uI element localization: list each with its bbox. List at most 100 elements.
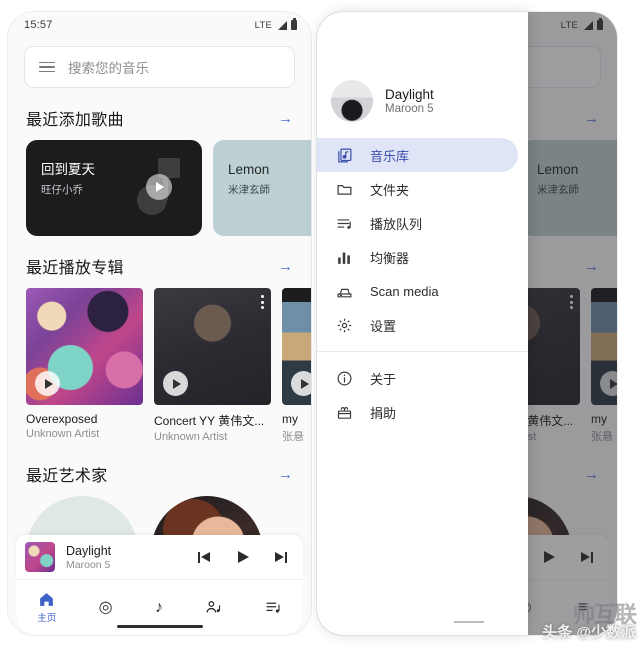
arrow-right-icon-albums[interactable]: →: [278, 259, 293, 274]
play-icon[interactable]: [291, 371, 311, 396]
song-card-title-right: Lemon: [537, 162, 579, 177]
kebab-menu-icon[interactable]: [261, 295, 264, 309]
arrow-right-icon-songs-right[interactable]: →: [584, 111, 599, 126]
playlist-icon-right: ≡: [577, 598, 588, 616]
signal-bars-icon: [582, 20, 593, 30]
nav-item-playlists[interactable]: [265, 599, 282, 616]
album-art: [154, 288, 271, 405]
hamburger-menu-icon[interactable]: [39, 61, 55, 73]
arrow-right-icon-albums-right[interactable]: →: [584, 259, 599, 274]
album-item-overexposed[interactable]: Overexposed Unknown Artist: [26, 288, 143, 444]
song-cards-row: 回到夏天 旺仔小乔 Lemon 米津玄師: [8, 140, 311, 236]
nav-item-disc[interactable]: ◎: [98, 598, 113, 616]
drawer-divider: [317, 351, 528, 352]
nav-item-home[interactable]: 主页: [37, 591, 56, 624]
play-icon[interactable]: [235, 550, 250, 565]
album-artist: Unknown Artist: [154, 431, 228, 443]
album-item-right[interactable]: my 张悬: [591, 288, 617, 444]
search-input[interactable]: 搜索您的音乐: [68, 57, 149, 77]
drawer-item-settings[interactable]: 设置: [317, 308, 518, 342]
skip-next-icon[interactable]: [272, 550, 287, 565]
nav-label-home: 主页: [37, 613, 57, 624]
album-title: my: [282, 412, 298, 426]
phone-mockup-left: 15:57 LTE 搜索您的音乐 最近添加歌曲 → 回到夏天 旺仔小乔 Lemo…: [8, 12, 311, 635]
album-item-my[interactable]: my 张悬: [282, 288, 311, 444]
song-card-title: Lemon: [228, 162, 270, 177]
scanner-icon: [335, 282, 353, 300]
drawer-item-scan-media[interactable]: Scan media: [317, 274, 518, 308]
skip-previous-icon[interactable]: [198, 550, 213, 565]
play-icon[interactable]: [35, 371, 60, 396]
album-title-right: my: [591, 412, 607, 426]
nav-item-playlists-right[interactable]: ≡: [577, 598, 588, 616]
drawer-item-library[interactable]: 音乐库: [317, 138, 518, 172]
section-header-artists: 最近艺术家 →: [8, 444, 311, 496]
info-icon: [335, 369, 353, 387]
bottom-nav: 主页 ◎ ♪: [16, 579, 303, 635]
album-title: Overexposed: [26, 412, 98, 426]
drawer-item-about[interactable]: 关于: [317, 361, 518, 395]
song-card-lemon[interactable]: Lemon 米津玄師: [213, 140, 311, 236]
drawer-now-playing[interactable]: Daylight Maroon 5: [317, 80, 528, 122]
search-area: 搜索您的音乐: [8, 38, 311, 88]
album-art: [282, 288, 311, 405]
drawer-now-playing-title: Daylight: [385, 87, 434, 102]
nav-item-songs[interactable]: ♪: [154, 598, 163, 616]
network-label-right: LTE: [560, 19, 578, 31]
song-card-summer[interactable]: 回到夏天 旺仔小乔: [26, 140, 202, 236]
play-icon[interactable]: [163, 371, 188, 396]
queue-icon: [335, 214, 353, 232]
folder-icon: [335, 180, 353, 198]
section-header-songs: 最近添加歌曲 →: [8, 88, 311, 140]
navigation-drawer: Daylight Maroon 5 音乐库 文件夹 播放队列 均衡器 Scan …: [317, 12, 528, 635]
drawer-item-label: 均衡器: [370, 250, 410, 266]
mini-player[interactable]: Daylight Maroon 5: [16, 535, 303, 579]
kebab-menu-icon-right[interactable]: [570, 295, 573, 309]
arrow-right-icon-artists[interactable]: →: [278, 467, 293, 482]
app-screen-left: 15:57 LTE 搜索您的音乐 最近添加歌曲 → 回到夏天 旺仔小乔 Lemo…: [8, 12, 311, 635]
disc-icon: ◎: [98, 598, 113, 616]
play-icon-right[interactable]: [541, 550, 556, 565]
drawer-item-folders[interactable]: 文件夹: [317, 172, 518, 206]
nav-item-artists[interactable]: [205, 599, 222, 616]
home-icon: [40, 593, 54, 606]
drawer-item-label: Scan media: [370, 283, 439, 299]
status-icons: LTE: [254, 18, 297, 31]
song-card-artist-right: 米津玄師: [537, 183, 579, 196]
donate-icon: [335, 403, 353, 421]
battery-icon: [291, 18, 297, 30]
arrow-right-icon-songs[interactable]: →: [278, 111, 293, 126]
watermark-dash: [454, 621, 484, 623]
music-note-icon: ♪: [154, 598, 163, 616]
album-art: [26, 288, 143, 405]
section-title-songs: 最近添加歌曲: [26, 112, 124, 129]
drawer-header: Daylight Maroon 5: [317, 12, 528, 130]
search-bar[interactable]: 搜索您的音乐: [24, 46, 295, 88]
song-card-right[interactable]: Lemon 米津玄師: [522, 140, 617, 236]
album-item-concert-yy[interactable]: Concert YY 黄伟文... Unknown Artist: [154, 288, 271, 444]
album-artist: 张悬: [282, 431, 304, 443]
skip-next-icon-right[interactable]: [578, 550, 593, 565]
mini-player-artist: Maroon 5: [66, 558, 111, 571]
drawer-item-donate[interactable]: 捐助: [317, 395, 518, 429]
section-title-albums: 最近播放专辑: [26, 260, 124, 277]
transport-controls: [198, 550, 291, 565]
library-music-icon: [335, 146, 353, 164]
equalizer-icon: [335, 248, 353, 266]
play-icon-right[interactable]: [600, 371, 617, 396]
gear-icon: [335, 316, 353, 334]
status-time: 15:57: [24, 19, 53, 31]
drawer-item-label: 文件夹: [370, 182, 410, 198]
network-label: LTE: [254, 19, 272, 31]
home-indicator: [116, 625, 203, 628]
play-icon[interactable]: [146, 174, 172, 200]
screenshot-canvas: 15:57 LTE 搜索您的音乐 最近添加歌曲 → 回到夏天: [0, 0, 640, 647]
album-art-right: [591, 288, 617, 405]
arrow-right-icon-artists-right[interactable]: →: [584, 467, 599, 482]
signal-bars-icon: [276, 20, 287, 30]
drawer-item-queue[interactable]: 播放队列: [317, 206, 518, 240]
song-card-artist: 米津玄師: [228, 183, 270, 196]
mini-player-meta: Daylight Maroon 5: [66, 544, 198, 571]
drawer-item-equalizer[interactable]: 均衡器: [317, 240, 518, 274]
artist-icon: [206, 601, 221, 613]
